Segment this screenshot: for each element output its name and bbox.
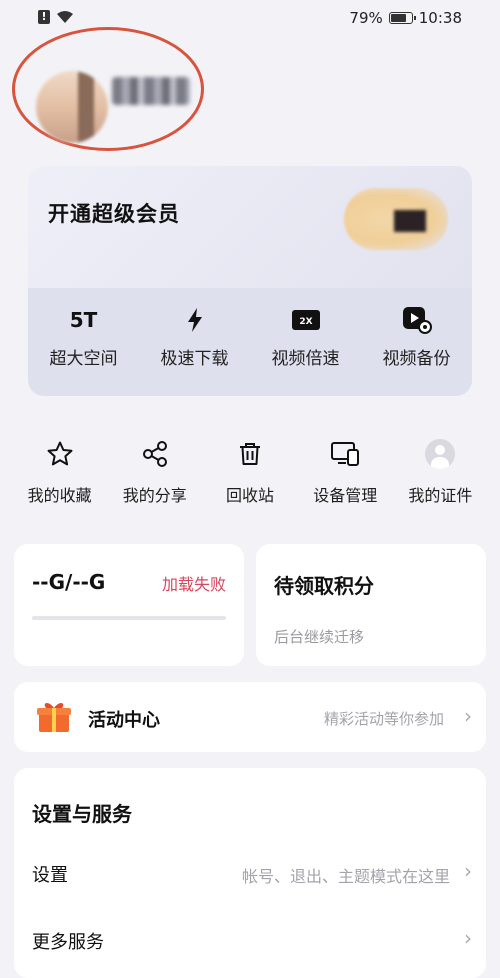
quick-recycle-bin[interactable]: 回收站 bbox=[202, 438, 297, 518]
vip-feature-label: 超大空间 bbox=[49, 349, 118, 369]
share-icon bbox=[139, 438, 171, 470]
quick-favorites[interactable]: 我的收藏 bbox=[12, 438, 107, 518]
gift-icon bbox=[36, 700, 72, 734]
quick-devices[interactable]: 设备管理 bbox=[298, 438, 393, 518]
trash-icon bbox=[234, 438, 266, 470]
vip-feature-download[interactable]: 极速下载 bbox=[139, 288, 250, 396]
more-services-label[interactable]: 更多服务 bbox=[32, 928, 104, 954]
vip-feature-backup[interactable]: 视频备份 bbox=[361, 288, 472, 396]
storage-card[interactable]: --G/--G 加载失败 bbox=[14, 544, 244, 666]
activity-title: 活动中心 bbox=[88, 710, 160, 731]
vip-card[interactable]: 开通超级会员 5T 超大空间 极速下载 2X 视频倍速 视频备份 bbox=[28, 166, 472, 396]
alert-icon: ! bbox=[38, 10, 50, 24]
points-subtitle: 后台继续迁移 bbox=[274, 628, 365, 646]
devices-icon bbox=[329, 438, 361, 470]
storage-value: --G/--G bbox=[32, 570, 106, 594]
chevron-right-icon: › bbox=[464, 926, 472, 950]
username[interactable] bbox=[112, 77, 190, 105]
svg-text:2X: 2X bbox=[299, 317, 312, 327]
vip-features: 5T 超大空间 极速下载 2X 视频倍速 视频备份 bbox=[28, 288, 472, 396]
wifi-icon bbox=[57, 11, 73, 23]
storage-load-failed[interactable]: 加载失败 bbox=[162, 571, 226, 595]
quick-shares[interactable]: 我的分享 bbox=[107, 438, 202, 518]
points-title: 待领取积分 bbox=[274, 574, 374, 598]
settings-row-label[interactable]: 设置 bbox=[32, 861, 68, 887]
speed-2x-icon: 2X bbox=[291, 306, 321, 334]
quick-certificates[interactable]: 我的证件 bbox=[393, 438, 488, 518]
quick-label: 我的证件 bbox=[408, 486, 473, 505]
vip-feature-speed[interactable]: 2X 视频倍速 bbox=[250, 288, 361, 396]
vip-title[interactable]: 开通超级会员 bbox=[48, 198, 180, 228]
profile-header[interactable] bbox=[12, 27, 204, 151]
status-left: ! bbox=[38, 10, 74, 24]
section-title: 设置与服务 bbox=[32, 802, 132, 826]
vip-feature-space[interactable]: 5T 超大空间 bbox=[28, 288, 139, 396]
vip-feature-label: 视频备份 bbox=[382, 349, 451, 369]
video-backup-icon bbox=[401, 306, 433, 334]
quick-actions: 我的收藏 我的分享 回收站 设备管理 我的证件 bbox=[0, 438, 500, 518]
battery-percent: 79% bbox=[349, 9, 383, 27]
avatar[interactable] bbox=[36, 71, 108, 143]
lightning-icon bbox=[186, 306, 204, 334]
activity-center-row[interactable]: 活动中心 精彩活动等你参加 › bbox=[14, 682, 486, 752]
vip-feature-label: 极速下载 bbox=[160, 349, 229, 369]
battery-level bbox=[390, 14, 406, 22]
star-icon bbox=[44, 438, 76, 470]
settings-services-card: 设置与服务 设置 帐号、退出、主题模式在这里 › 更多服务 › bbox=[14, 768, 486, 978]
points-card[interactable]: 待领取积分 后台继续迁移 bbox=[256, 544, 486, 666]
vip-badge-mark bbox=[394, 210, 426, 232]
chevron-right-icon: › bbox=[464, 704, 472, 728]
quick-label: 回收站 bbox=[226, 486, 275, 505]
person-icon bbox=[424, 438, 456, 470]
status-right: 79% 10:38 bbox=[349, 9, 462, 27]
activity-subtitle: 精彩活动等你参加 bbox=[323, 710, 444, 728]
person-avatar bbox=[425, 439, 456, 469]
chevron-right-icon: › bbox=[464, 859, 472, 883]
vip-feature-label: 视频倍速 bbox=[271, 349, 340, 369]
quick-label: 设备管理 bbox=[313, 486, 378, 505]
clock: 10:38 bbox=[418, 9, 462, 27]
settings-row-desc: 帐号、退出、主题模式在这里 bbox=[241, 867, 450, 886]
battery-icon bbox=[388, 12, 416, 24]
storage-progress-bar bbox=[32, 616, 226, 620]
quick-label: 我的分享 bbox=[122, 486, 187, 505]
quick-label: 我的收藏 bbox=[27, 486, 92, 505]
space-5t-icon: 5T bbox=[69, 308, 98, 332]
